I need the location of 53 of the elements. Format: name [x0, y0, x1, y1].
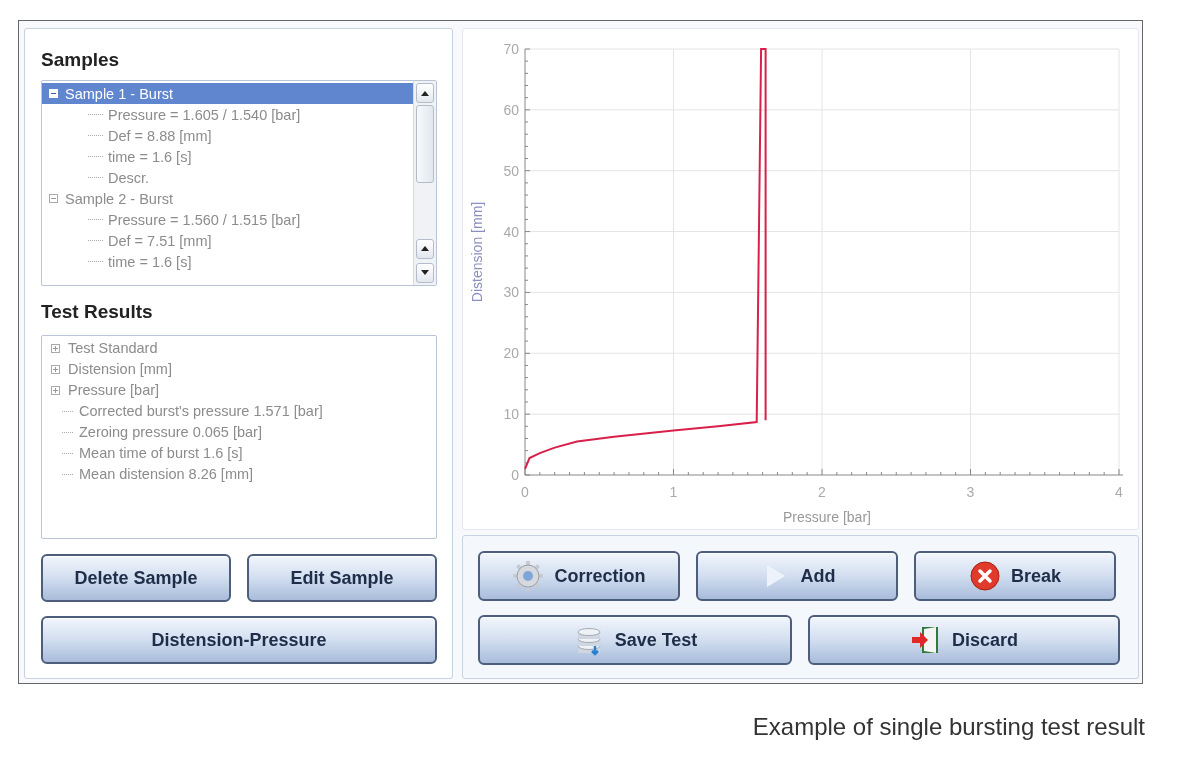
section-title: Samples [41, 49, 120, 71]
tick-label: 0 [521, 484, 529, 500]
tree-item[interactable]: Test Standard [65, 340, 158, 356]
gear-icon [512, 560, 545, 592]
button[interactable]: Discard [808, 615, 1120, 665]
tick-label: 20 [503, 345, 519, 362]
tree-item[interactable]: Pressure = 1.605 / 1.540 [bar] [105, 106, 301, 123]
tree-item[interactable]: Corrected burst's pressure 1.571 [bar] [76, 403, 323, 419]
button[interactable]: Add [696, 551, 898, 601]
tick-label: 40 [503, 223, 519, 240]
tree-item[interactable]: Def = 7.51 [mm] [105, 232, 212, 249]
button[interactable]: Break [914, 551, 1116, 601]
tree-item[interactable]: Descr. [105, 169, 150, 186]
tick-label: 1 [669, 484, 678, 500]
tree-item[interactable]: Mean time of burst 1.6 [s] [76, 445, 243, 461]
section-title: Test Results [41, 300, 153, 323]
collapse-icon[interactable] [48, 193, 59, 204]
button[interactable]: Delete Sample [41, 554, 231, 602]
tree-item[interactable]: Pressure [bar] [65, 382, 160, 398]
tick-label: 10 [503, 406, 519, 423]
tick-label: 0 [511, 467, 519, 483]
tick-label: 2 [818, 484, 826, 500]
tree-item[interactable]: Distension [mm] [65, 361, 172, 377]
tree-item[interactable]: Zeroing pressure 0.065 [bar] [76, 424, 262, 440]
tick-label: 4 [1115, 484, 1123, 500]
tick-label: 60 [503, 101, 519, 118]
tree-item[interactable]: time = 1.6 [s] [105, 253, 192, 270]
scrollbar[interactable] [413, 81, 436, 285]
tree-item[interactable]: time = 1.6 [s] [105, 148, 192, 165]
scroll-up-button[interactable] [416, 238, 434, 259]
expand-icon[interactable] [50, 342, 61, 354]
button[interactable]: Save Test [478, 615, 792, 665]
tick-label: 3 [966, 484, 975, 500]
expand-icon[interactable] [50, 363, 61, 375]
caption: Example of single bursting test result [751, 713, 1145, 741]
tick-label: 30 [503, 284, 519, 301]
button[interactable]: Edit Sample [247, 554, 437, 602]
axis-title: Pressure [bar] [783, 509, 871, 525]
button[interactable]: Correction [478, 551, 680, 601]
tree-item[interactable]: Sample 1 - Burst [42, 83, 413, 104]
expand-icon[interactable] [50, 384, 61, 396]
button[interactable]: Distension-Pressure [41, 616, 437, 664]
tick-label: 70 [503, 41, 519, 57]
scroll-thumb[interactable] [416, 105, 434, 183]
tree-item[interactable]: Pressure = 1.560 / 1.515 [bar] [105, 211, 301, 228]
tree-item[interactable]: Def = 8.88 [mm] [105, 127, 212, 144]
tree-item[interactable]: Mean distension 8.26 [mm] [76, 466, 254, 482]
scroll-up-button[interactable] [416, 83, 434, 103]
tree-item[interactable]: Sample 2 - Burst [42, 188, 413, 209]
cancel-icon [968, 560, 1001, 592]
axis-title: Distension [mm] [469, 201, 485, 303]
scroll-down-button[interactable] [416, 262, 434, 283]
tick-label: 50 [503, 162, 519, 179]
